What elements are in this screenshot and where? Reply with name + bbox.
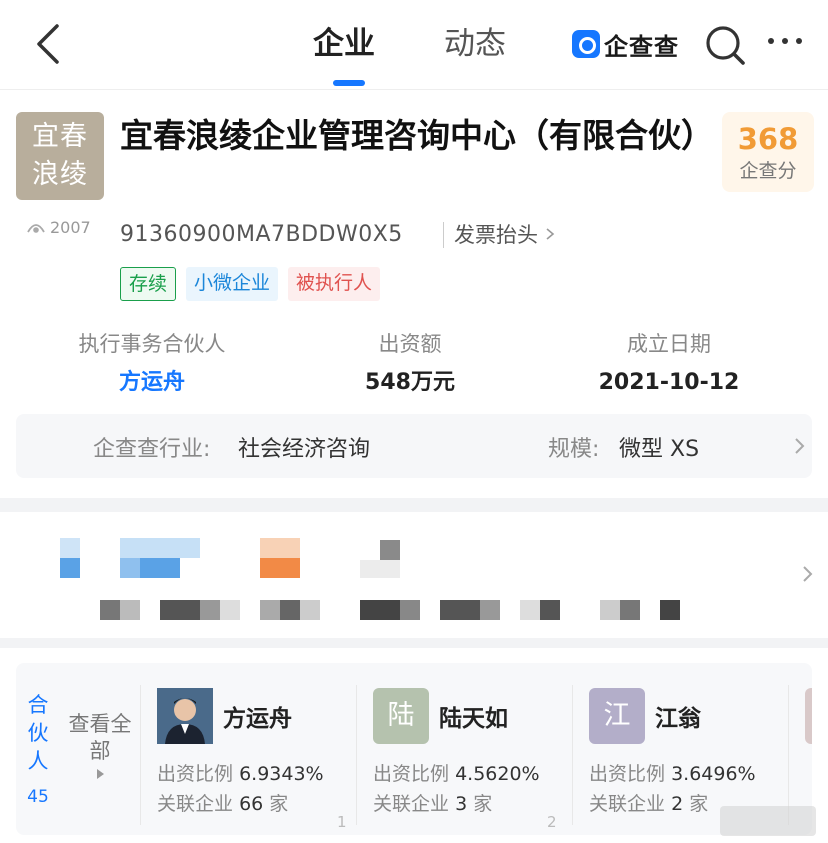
- scale-label: 规模:: [548, 437, 600, 462]
- invoice-header-link[interactable]: 发票抬头: [443, 222, 555, 248]
- related-label: 关联企业: [373, 793, 450, 815]
- back-arrow-icon[interactable]: [30, 22, 70, 66]
- triangle-right-icon: [96, 769, 104, 779]
- partners-section-label: 合伙人: [27, 693, 49, 773]
- top-nav: 企业 动态 企查查: [0, 0, 828, 90]
- partner-name: 江翁: [655, 706, 701, 732]
- avatar: [805, 688, 812, 744]
- stat-label: 出资额: [378, 332, 442, 356]
- stat-value: 2021-10-12: [598, 370, 740, 395]
- partner-card[interactable]: 江 江翁 出资比例 3.6496% 关联企业 2 家: [572, 685, 788, 825]
- related-unit: 家: [473, 793, 493, 815]
- partner-card[interactable]: 方运舟 出资比例 6.9343% 关联企业 66 家 1: [140, 685, 356, 831]
- credit-code: 91360900MA7BDDW0X5: [120, 222, 403, 247]
- search-icon[interactable]: [704, 24, 746, 66]
- logo-text-line1: 宜春: [32, 121, 88, 152]
- scale-value: 微型 XS: [619, 437, 700, 462]
- view-count: 2007: [26, 218, 91, 237]
- score-label: 企查分: [739, 160, 797, 182]
- ratio-label: 出资比例: [589, 763, 666, 785]
- view-all-button[interactable]: 查看全部: [64, 711, 136, 779]
- ratio-label: 出资比例: [157, 763, 234, 785]
- company-name: 宜春浪绫企业管理咨询中心（有限合伙）: [120, 116, 714, 155]
- tag-small-business[interactable]: 小微企业: [186, 267, 279, 301]
- partner-name: 陆天如: [439, 706, 508, 732]
- score-value: 368: [737, 122, 799, 156]
- watermark: [720, 806, 816, 836]
- stat-capital: 出资额 548万元: [330, 330, 490, 400]
- section-divider: [0, 498, 828, 512]
- active-tab-indicator: [333, 80, 365, 86]
- stat-managing-partner: 执行事务合伙人 方运舟: [64, 330, 240, 400]
- view-count-value: 2007: [50, 218, 91, 237]
- tag-active-status[interactable]: 存续: [120, 267, 177, 301]
- related-value: 3: [455, 793, 468, 815]
- invoice-label: 发票抬头: [454, 223, 538, 247]
- brand-logo[interactable]: 企查查: [572, 28, 679, 61]
- related-label: 关联企业: [157, 793, 234, 815]
- partner-card[interactable]: 陆 陆天如 出资比例 4.5620% 关联企业 3 家 2: [356, 685, 572, 831]
- related-unit: 家: [269, 793, 289, 815]
- partner-ratio: 出资比例 3.6496%: [589, 759, 756, 786]
- ratio-value: 3.6496%: [671, 763, 756, 785]
- related-value: 2: [671, 793, 684, 815]
- avatar: 江: [589, 688, 645, 744]
- view-all-label: 查看全部: [68, 712, 132, 763]
- tab-enterprise[interactable]: 企业: [313, 22, 375, 66]
- avatar: 陆: [373, 688, 429, 744]
- partner-name: 方运舟: [223, 706, 292, 732]
- ratio-label: 出资比例: [373, 763, 450, 785]
- partners-section: 合伙人 45 查看全部 方运舟 出资比例 6.9343% 关联企业 66 家 1: [16, 663, 812, 835]
- partner-rank: 2: [547, 813, 557, 831]
- status-tags: 存续 小微企业 被执行人: [120, 267, 381, 301]
- stat-founded-date: 成立日期 2021-10-12: [584, 330, 754, 400]
- partner-card-partial[interactable]: [788, 685, 812, 825]
- eye-icon: [27, 223, 45, 233]
- person-photo-icon: [157, 688, 213, 744]
- qcc-logo-icon: [572, 30, 600, 58]
- managing-partner-link[interactable]: 方运舟: [64, 366, 240, 400]
- related-unit: 家: [689, 793, 709, 815]
- chevron-right-icon: [795, 438, 805, 454]
- industry-scale-bar[interactable]: 企查查行业: 社会经济咨询 规模: 微型 XS: [16, 414, 812, 478]
- ratio-value: 6.9343%: [239, 763, 324, 785]
- logo-text-line2: 浪绫: [32, 159, 88, 190]
- tag-executed-person[interactable]: 被执行人: [288, 267, 381, 301]
- stat-label: 成立日期: [627, 332, 711, 356]
- partner-related: 关联企业 2 家: [589, 789, 708, 816]
- avatar: [157, 688, 213, 744]
- more-options-icon[interactable]: [768, 38, 808, 50]
- partner-related: 关联企业 3 家: [373, 789, 492, 816]
- stat-value: 548万元: [365, 370, 455, 395]
- related-value: 66: [239, 793, 264, 815]
- related-label: 关联企业: [589, 793, 666, 815]
- company-logo: 宜春 浪绫: [16, 112, 104, 200]
- qcc-score-badge[interactable]: 368 企查分: [722, 112, 814, 192]
- partner-ratio: 出资比例 4.5620%: [373, 759, 540, 786]
- brand-name: 企查查: [604, 32, 679, 61]
- chevron-right-icon[interactable]: [800, 562, 816, 586]
- partner-ratio: 出资比例 6.9343%: [157, 759, 324, 786]
- partners-count: 45: [27, 787, 49, 807]
- chevron-right-icon: [546, 228, 554, 240]
- stat-label: 执行事务合伙人: [78, 332, 226, 356]
- ratio-value: 4.5620%: [455, 763, 540, 785]
- section-divider: [0, 638, 828, 648]
- industry-label: 企查查行业:: [93, 437, 211, 462]
- partner-rank: 1: [337, 813, 347, 831]
- partner-related: 关联企业 66 家: [157, 789, 288, 816]
- industry-value: 社会经济咨询: [238, 437, 371, 462]
- tab-dynamics[interactable]: 动态: [444, 22, 506, 66]
